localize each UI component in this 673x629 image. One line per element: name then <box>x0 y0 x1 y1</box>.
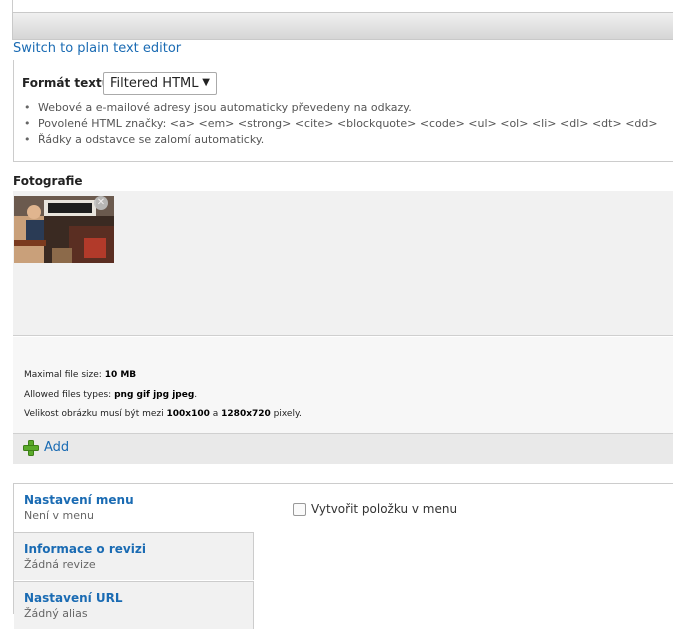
tab-title: Nastavení menu <box>24 493 134 507</box>
switch-to-plain-text-link[interactable]: Switch to plain text editor <box>13 41 181 56</box>
chevron-down-icon: ▼ <box>202 77 210 88</box>
tab-title: Informace o revizi <box>24 542 146 556</box>
editor-toolbar <box>12 12 673 40</box>
tab-summary: Není v menu <box>24 509 94 522</box>
tab-revision-info[interactable]: Informace o revizi Žádná revize <box>14 532 254 580</box>
allowed-file-types-info: Allowed files types: png gif jpg jpeg. <box>24 390 198 400</box>
upload-info-panel <box>13 336 673 434</box>
plus-icon[interactable] <box>23 440 39 456</box>
photo-field-title: Fotografie <box>13 174 83 188</box>
tab-summary: Žádná revize <box>24 558 96 571</box>
tab-title: Nastavení URL <box>24 591 123 605</box>
text-format-label: Formát textu <box>22 76 111 90</box>
create-menu-item-checkbox[interactable] <box>293 503 306 516</box>
text-format-tips: Webové a e-mailové adresy jsou automatic… <box>24 101 658 149</box>
tip-item: Povolené HTML značky: <a> <em> <strong> … <box>24 117 658 133</box>
image-dimensions-info: Velikost obrázku musí být mezi 100x100 a… <box>24 409 302 419</box>
text-format-select[interactable]: Filtered HTML ▼ <box>103 72 217 95</box>
create-menu-item-label[interactable]: Vytvořit položku v menu <box>311 502 457 516</box>
text-format-selected-value: Filtered HTML <box>110 76 199 91</box>
tab-menu-settings[interactable]: Nastavení menu Není v menu <box>14 484 254 532</box>
add-photo-button[interactable]: Add <box>44 440 69 455</box>
editor-area[interactable] <box>12 0 673 12</box>
tip-item: Webové a e-mailové adresy jsou automatic… <box>24 101 658 117</box>
close-icon[interactable]: ✕ <box>94 196 108 210</box>
tab-url-settings[interactable]: Nastavení URL Žádný alias <box>14 581 254 629</box>
add-photo-bar <box>13 433 673 464</box>
tip-item: Řádky a odstavce se zalomí automaticky. <box>24 133 658 149</box>
max-file-size-info: Maximal file size: 10 MB <box>24 370 137 380</box>
